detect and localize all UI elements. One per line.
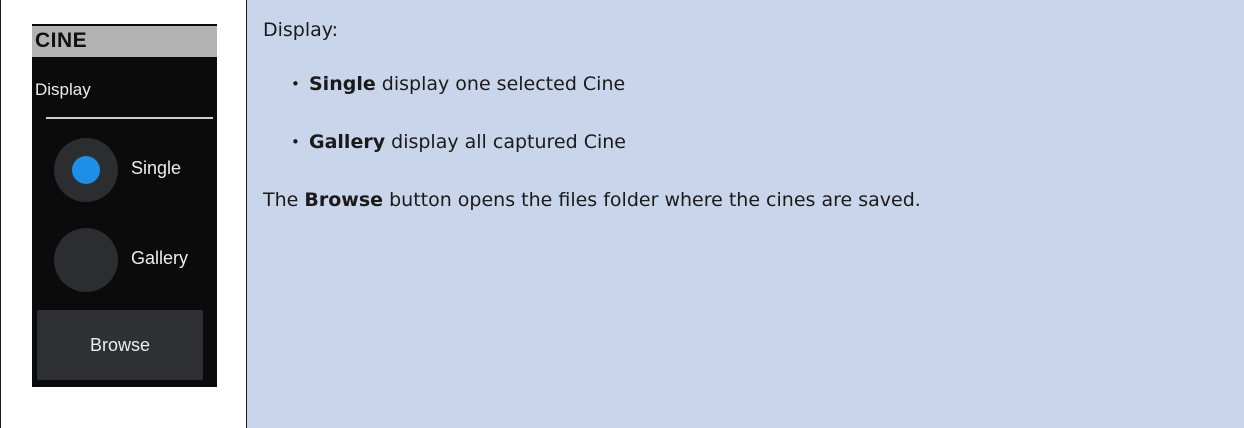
- section-divider: [46, 117, 213, 119]
- browse-explanation: The Browse button opens the files folder…: [263, 188, 1223, 212]
- doc-table: CINE Display Single Gallery Browse Displ…: [0, 0, 1244, 428]
- list-item: Single display one selected Cine: [291, 72, 1223, 96]
- outro-suffix: button opens the files folder where the …: [383, 189, 921, 211]
- outro-term: Browse: [304, 189, 384, 211]
- radio-gallery[interactable]: Gallery: [32, 228, 217, 292]
- radio-single-label: Single: [131, 158, 182, 178]
- bullet-term: Gallery: [309, 131, 386, 153]
- bullet-text: display one selected Cine: [375, 73, 626, 95]
- radio-single[interactable]: Single: [32, 138, 217, 202]
- description-text: Display: Single display one selected Cin…: [263, 18, 1223, 212]
- cine-panel: CINE Display Single Gallery Browse: [32, 24, 217, 387]
- list-item: Gallery display all captured Cine: [291, 130, 1223, 154]
- option-list: Single display one selected Cine Gallery…: [263, 72, 1223, 154]
- screenshot-cell: CINE Display Single Gallery Browse: [1, 0, 247, 428]
- bullet-text: display all captured Cine: [385, 131, 626, 153]
- browse-button[interactable]: Browse: [37, 310, 203, 380]
- panel-header: CINE: [32, 26, 217, 57]
- radio-button-selected[interactable]: [54, 138, 118, 202]
- description-heading: Display:: [263, 19, 339, 41]
- bullet-term: Single: [309, 73, 376, 95]
- radio-button-unselected[interactable]: [54, 228, 118, 292]
- panel-title: CINE: [35, 29, 88, 52]
- radio-dot-icon: [72, 156, 100, 184]
- outro-prefix: The: [263, 189, 305, 211]
- description-cell: Display: Single display one selected Cin…: [247, 0, 1244, 428]
- display-section-label: Display: [35, 80, 91, 99]
- radio-gallery-label: Gallery: [131, 248, 189, 268]
